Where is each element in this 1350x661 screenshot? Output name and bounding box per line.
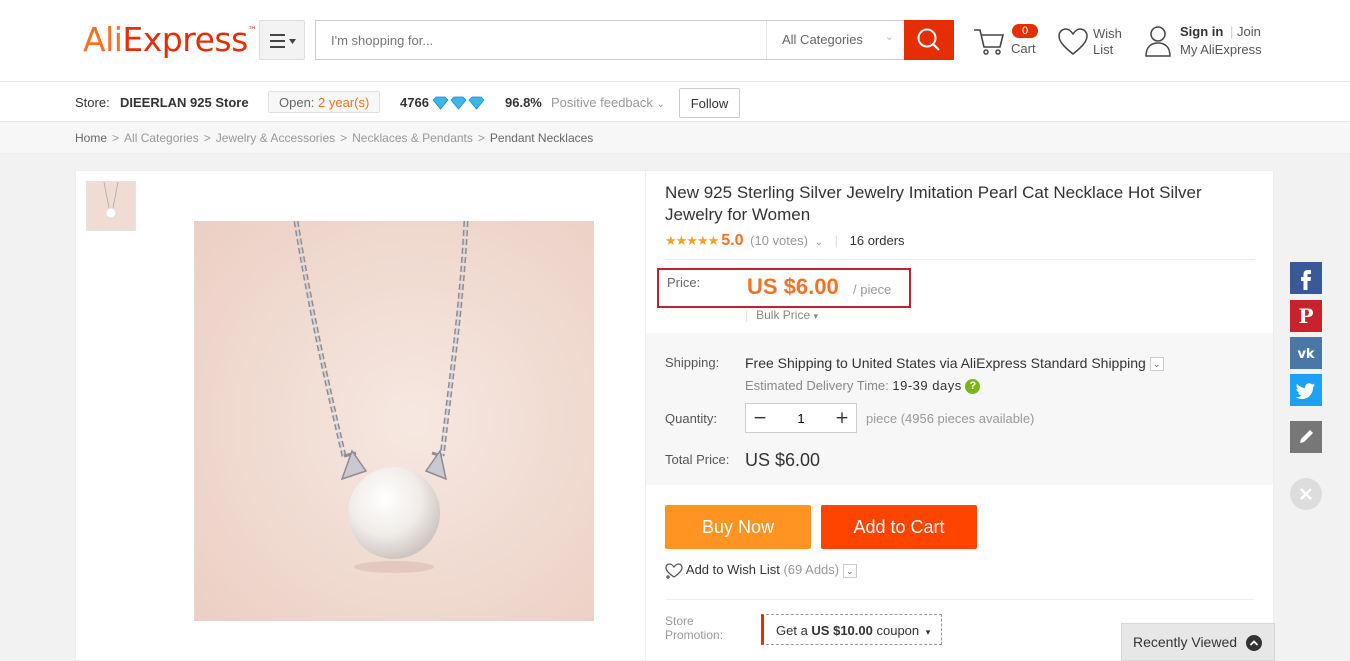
store-bar: Store: DIEERLAN 925 Store Open: 2 year(s…: [0, 82, 1350, 122]
close-sidebar-button[interactable]: [1290, 478, 1322, 510]
heart-plus-icon: [665, 562, 683, 579]
vk-share-button[interactable]: vk: [1290, 337, 1322, 369]
edit-note-button[interactable]: [1290, 421, 1322, 453]
chevron-down-icon: ⌄: [656, 99, 665, 110]
quantity-label: Quantity:: [665, 411, 718, 426]
menu-icon: [270, 34, 296, 48]
price-label: Price:: [667, 275, 701, 290]
pearl-cat-necklace-image: [194, 221, 594, 621]
account-area: Sign in | Join My AliExpress: [1144, 24, 1274, 64]
total-price-label: Total Price:: [665, 452, 730, 467]
search-icon: [917, 28, 940, 51]
cart-count-badge: 0: [1012, 24, 1038, 38]
divider: [665, 259, 1255, 260]
store-open-badge: Open: 2 year(s): [268, 91, 381, 113]
close-icon: [1300, 488, 1312, 500]
diamond-rank-icon: [432, 96, 485, 110]
positive-feedback-link[interactable]: Positive feedback ⌄: [551, 95, 665, 110]
chevron-down-icon: ⌄: [814, 237, 823, 248]
price-unit: / piece: [853, 282, 892, 297]
chevron-down-icon: ⌄: [1149, 357, 1164, 372]
aliexpress-logo[interactable]: AliExpress™: [83, 20, 257, 59]
svg-text:vk: vk: [1297, 347, 1314, 362]
my-aliexpress-link[interactable]: My AliExpress: [1180, 42, 1262, 58]
sign-in-link[interactable]: Sign in: [1180, 24, 1223, 40]
site-header: AliExpress™ All Categories ⌄ 0 Cart: [0, 0, 1350, 82]
cart-link[interactable]: 0 Cart: [972, 22, 1042, 62]
search-box: All Categories ⌄: [315, 20, 905, 60]
product-detail: New 925 Sterling Silver Jewelry Imitatio…: [645, 170, 1274, 661]
pinterest-share-button[interactable]: P: [1290, 300, 1322, 332]
breadcrumb-jewelry[interactable]: Jewelry & Accessories: [216, 131, 335, 145]
wish-list-link[interactable]: Wish List: [1057, 24, 1137, 64]
available-pieces: piece (4956 pieces available): [866, 411, 1035, 426]
chevron-down-icon[interactable]: ⌄: [842, 563, 857, 578]
rating-row: ★★★★★ 5.0 (10 votes) ⌄ | 16 orders: [665, 232, 905, 249]
quantity-input[interactable]: [774, 404, 828, 432]
category-menu-button[interactable]: [259, 20, 305, 60]
shipping-method[interactable]: Free Shipping to United States via AliEx…: [745, 355, 1164, 372]
facebook-share-button[interactable]: [1290, 262, 1322, 294]
shipping-panel: Shipping: Free Shipping to United States…: [646, 333, 1273, 485]
price-value: US $6.00: [747, 274, 839, 299]
thumbnail-image: [87, 181, 135, 230]
caret-down-icon: ▾: [813, 311, 819, 321]
cart-icon: [974, 29, 1005, 55]
breadcrumb-all-categories[interactable]: All Categories: [124, 131, 199, 145]
category-select[interactable]: All Categories ⌄: [766, 21, 904, 59]
product-title: New 925 Sterling Silver Jewelry Imitatio…: [665, 183, 1202, 224]
user-icon: [1145, 26, 1171, 57]
pinterest-icon: P: [1298, 304, 1313, 328]
follow-button[interactable]: Follow: [679, 88, 740, 118]
breadcrumb-home[interactable]: Home: [75, 131, 107, 145]
store-label: Store:: [75, 95, 110, 110]
price-box: Price: US $6.00 / piece: [657, 268, 911, 308]
rating-stars[interactable]: ★★★★★: [665, 233, 719, 248]
quantity-decrease-button[interactable]: −: [746, 404, 774, 432]
vk-icon: vk: [1297, 347, 1314, 362]
votes-link[interactable]: (10 votes) ⌄: [750, 233, 826, 248]
rating-value: 5.0: [721, 232, 744, 249]
search-input[interactable]: [316, 21, 766, 59]
store-score[interactable]: 4766: [400, 95, 429, 110]
twitter-icon: [1295, 383, 1315, 399]
chevron-up-icon: [1246, 635, 1262, 651]
store-promotion-label: Store Promotion:: [665, 614, 724, 642]
quantity-stepper: − +: [745, 403, 857, 433]
delivery-estimate: Estimated Delivery Time: 19-39 days ?: [745, 378, 981, 395]
positive-feedback-value: 96.8%: [505, 95, 542, 110]
recently-viewed-toggle[interactable]: Recently Viewed: [1121, 623, 1275, 661]
coupon-dropdown[interactable]: Get a US $10.00 coupon ▾: [761, 614, 942, 645]
breadcrumb-necklaces[interactable]: Necklaces & Pendants: [352, 131, 473, 145]
search-button[interactable]: [904, 20, 954, 60]
add-to-cart-button[interactable]: Add to Cart: [821, 505, 977, 549]
orders-count: 16 orders: [849, 233, 905, 248]
breadcrumb: Home > All Categories > Jewelry & Accessorie…: [0, 122, 1350, 154]
cart-label: Cart: [1011, 41, 1036, 56]
bulk-price-link[interactable]: | Bulk Price ▾: [745, 308, 818, 322]
shipping-label: Shipping:: [665, 355, 720, 370]
store-name-link[interactable]: DIEERLAN 925 Store: [120, 95, 249, 110]
svg-text:P: P: [1298, 304, 1313, 328]
product-gallery: [75, 170, 645, 661]
quantity-increase-button[interactable]: +: [828, 404, 856, 432]
product-thumbnail[interactable]: [86, 181, 136, 231]
add-to-wish-list-link[interactable]: Add to Wish List (69 Adds) ⌄: [665, 562, 857, 579]
breadcrumb-current: Pendant Necklaces: [489, 131, 594, 145]
join-link[interactable]: Join: [1237, 24, 1261, 40]
total-price-value: US $6.00: [745, 450, 821, 470]
chevron-down-icon: ⌄: [884, 31, 894, 43]
facebook-icon: [1301, 270, 1311, 290]
buy-now-button[interactable]: Buy Now: [665, 505, 811, 549]
help-icon[interactable]: ?: [965, 379, 981, 395]
caret-down-icon: ▾: [925, 627, 931, 637]
twitter-share-button[interactable]: [1290, 374, 1322, 406]
divider: [665, 599, 1255, 600]
pencil-icon: [1300, 430, 1313, 443]
product-main-image[interactable]: [194, 221, 594, 621]
heart-icon: [1058, 28, 1088, 55]
